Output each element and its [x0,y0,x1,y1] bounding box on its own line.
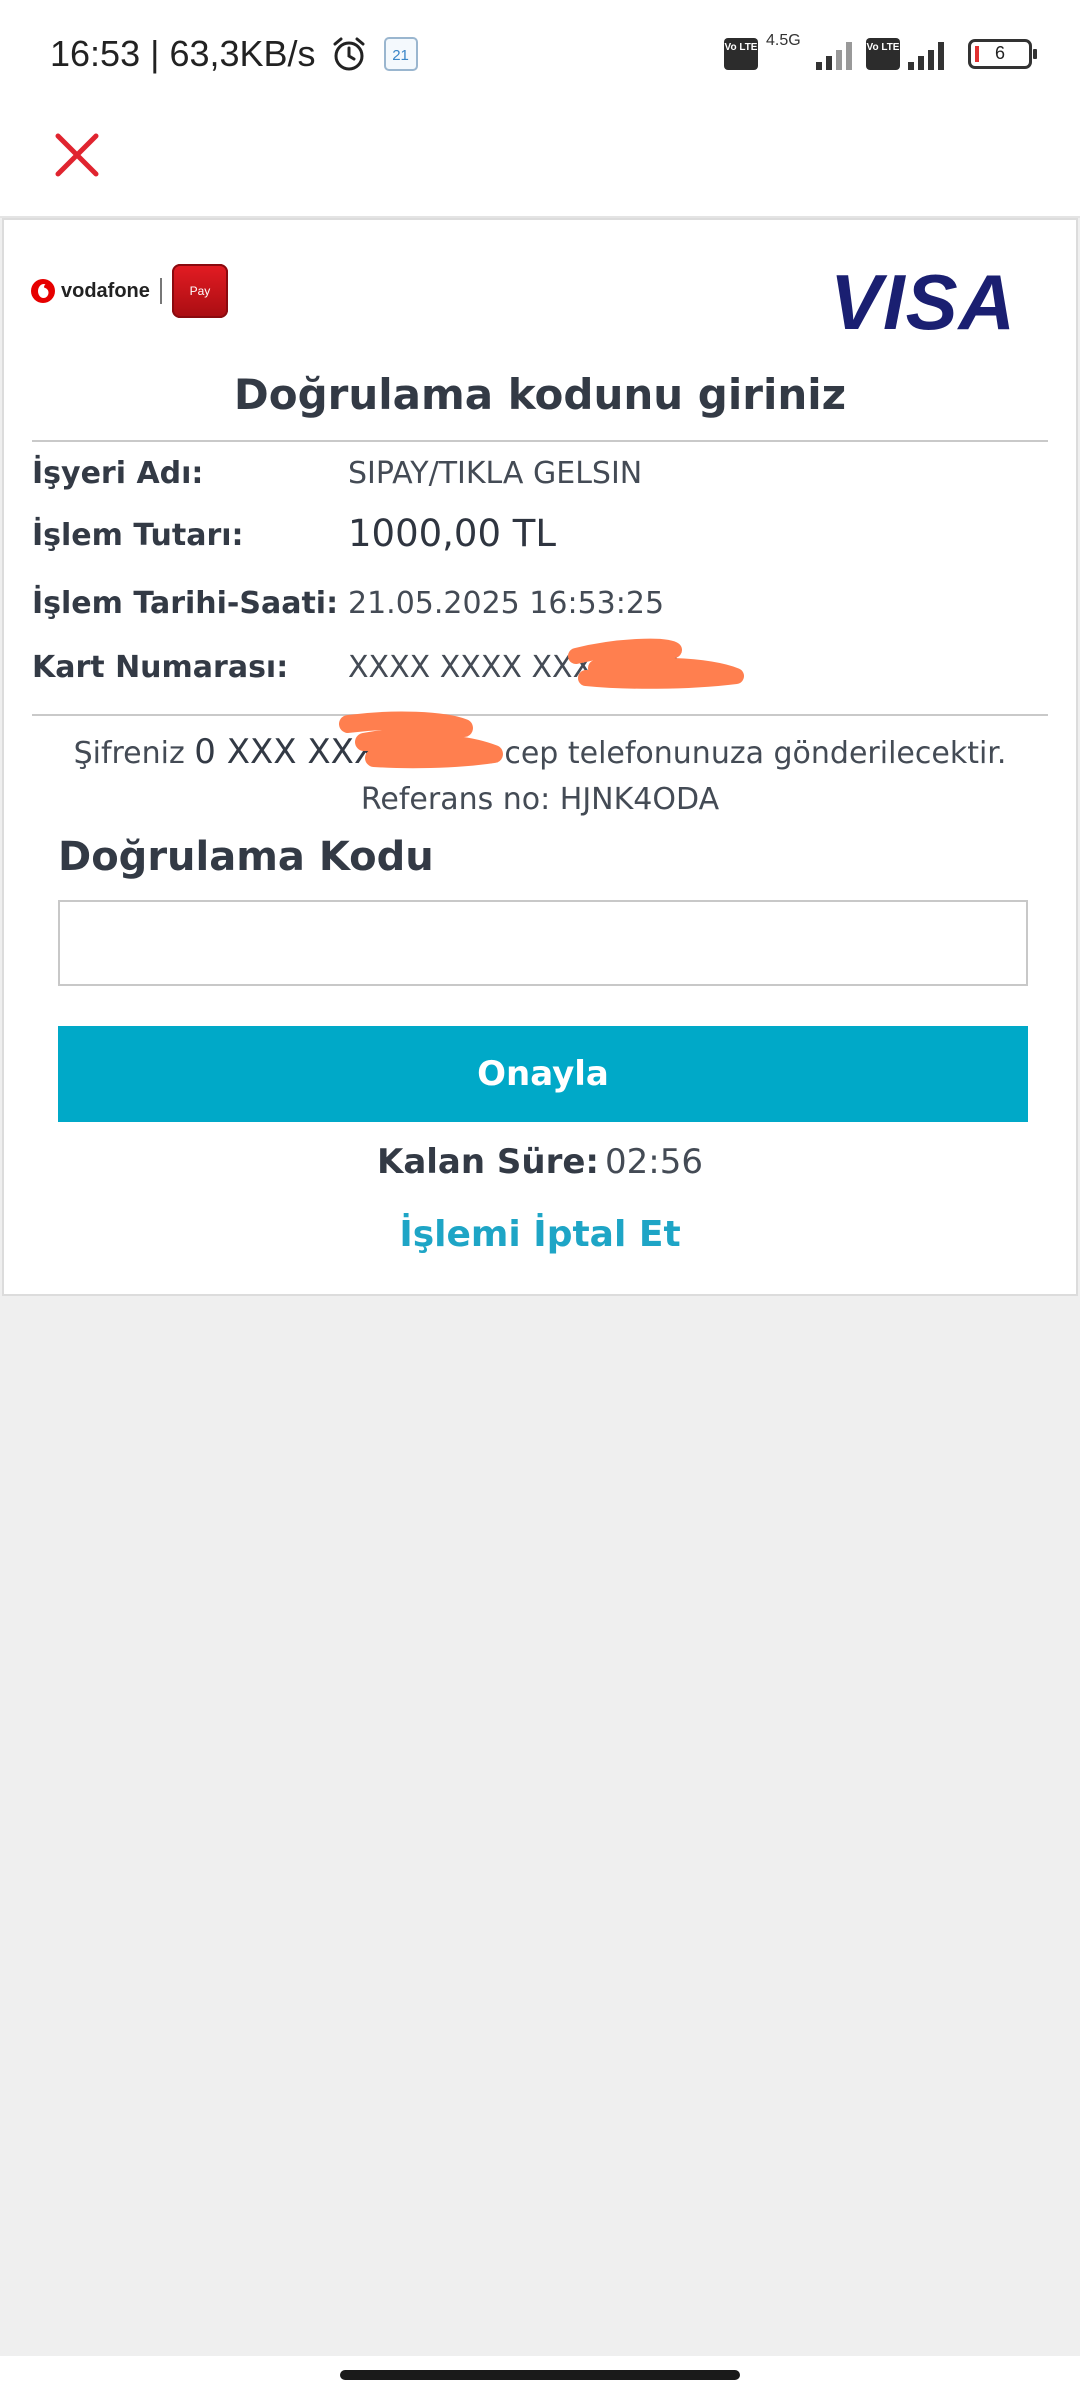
status-left: 16:53 | 63,3KB/s 21 [50,30,418,78]
sms-prefix: Şifreniz [73,736,195,771]
signal-icon-2 [908,42,944,70]
remaining-time-value: 02:56 [605,1142,704,1182]
verification-code-input[interactable] [58,900,1028,986]
merchant-label: İşyeri Adı: [32,456,204,491]
network-type-icon: 4.5G [764,32,808,74]
merchant-value: SIPAY/TIKLA GELSIN [348,456,643,491]
sms-info: Şifreniz 0 XXX XXX60 nolu cep telefonunu… [4,732,1076,772]
alarm-icon [333,37,365,71]
amount-row: İşlem Tutarı: 1000,00 TL [32,510,1048,560]
confirm-button[interactable]: Onayla [58,1026,1028,1122]
battery-level: 6 [994,43,1005,63]
datetime-row: İşlem Tarihi-Saati: 21.05.2025 16:53:25 [32,578,1048,628]
visa-logo: VISA [829,258,1016,346]
card-number-row: Kart Numarası: XXXX XXXX XXXX 372 [32,642,1048,692]
vodafone-icon [31,279,55,303]
datetime-label: İşlem Tarihi-Saati: [32,586,339,621]
vodafone-pay-logo: vodafone Pay [30,264,228,318]
verification-card: vodafone Pay VISA Doğrulama kodunu girin… [2,218,1078,1296]
remaining-time: Kalan Süre: 02:56 [4,1142,1076,1182]
calendar-day: 21 [392,47,409,64]
network-type: 4.5G [766,32,801,49]
page-title: Doğrulama kodunu giriniz [233,370,847,419]
calendar-icon: 21 [383,37,418,71]
close-icon[interactable] [52,130,102,180]
divider-bottom [32,714,1048,716]
remaining-time-label: Kalan Süre: [376,1142,600,1182]
merchant-row: İşyeri Adı: SIPAY/TIKLA GELSIN [32,448,1048,498]
vodafone-label: vodafone [61,279,150,302]
volte-icon-2: Vo LTE [866,38,900,70]
cancel-transaction-link[interactable]: İşlemi İptal Et [4,1214,1076,1255]
verification-code-label: Doğrulama Kodu [58,834,434,880]
status-bar: 16:53 | 63,3KB/s 21 Vo LTE 4.5G Vo LTE 6 [0,0,1080,108]
amount-value: 1000,00 TL [348,512,556,555]
signal-icon [816,42,852,70]
reference-number: Referans no: HJNK4ODA [360,782,720,817]
pay-label: Pay [189,284,211,298]
vodafone-pay-icon: Pay [171,264,228,318]
top-bar [0,108,1080,218]
sms-phone-number: 0 XXX XXX60 [194,732,421,772]
logo-divider [159,278,162,304]
battery-icon: 6 [968,39,1037,69]
amount-label: İşlem Tutarı: [32,518,244,553]
divider-top [32,440,1048,442]
datetime-value: 21.05.2025 16:53:25 [348,586,665,621]
status-right: Vo LTE 4.5G Vo LTE 6 [724,32,1037,74]
brand-row: vodafone Pay VISA [4,220,1076,370]
volte-icon: Vo LTE [724,38,758,70]
card-number-label: Kart Numarası: [32,650,289,685]
home-indicator[interactable] [340,2370,740,2380]
card-number-value: XXXX XXXX XXXX 372 [348,650,681,685]
status-time-speed: 16:53 | 63,3KB/s [50,33,316,74]
sms-suffix: nolu cep telefonunuza gönderilecektir. [420,736,1007,771]
